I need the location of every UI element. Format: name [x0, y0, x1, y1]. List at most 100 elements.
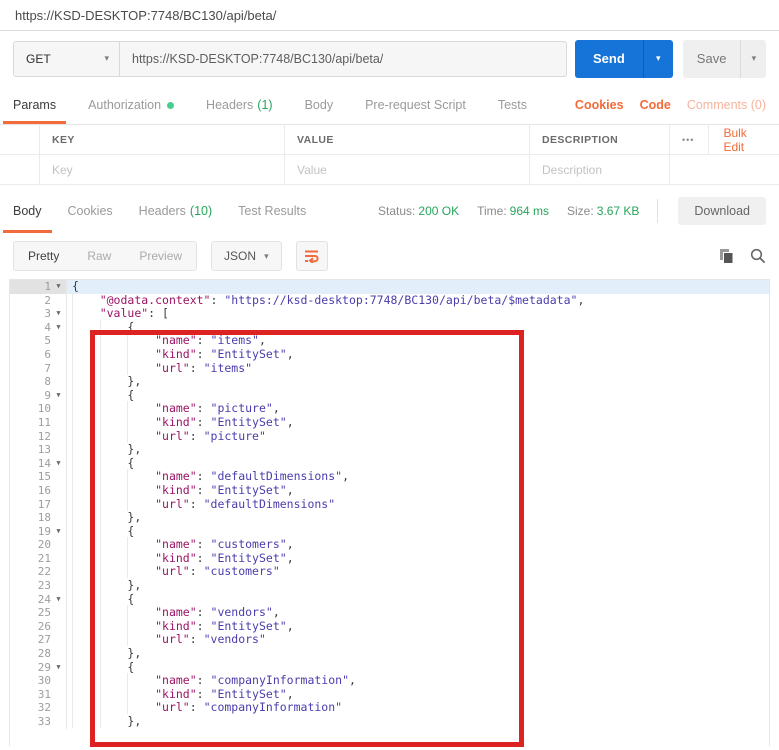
view-preview-button[interactable]: Preview [125, 242, 196, 270]
line-number-gutter: 23 [10, 579, 67, 593]
line-number-gutter: 15 [10, 470, 67, 484]
fold-toggle-icon[interactable]: ▼ [51, 389, 66, 403]
description-input[interactable]: Description [530, 155, 670, 184]
copy-button[interactable] [719, 248, 734, 264]
line-number: 12 [38, 430, 51, 444]
line-number-gutter: 11 [10, 416, 67, 430]
code-line-content: { [67, 457, 769, 471]
code-line-content: "kind": "EntitySet", [67, 348, 769, 362]
save-button[interactable]: Save [683, 40, 741, 78]
more-options-icon[interactable]: ••• [682, 135, 694, 145]
fold-toggle-icon[interactable]: ▼ [51, 525, 66, 539]
line-number-gutter: 12 [10, 430, 67, 444]
line-number-gutter: 9▼ [10, 389, 67, 403]
response-meta: Status:200 OK Time:964 ms Size:3.67 KB D… [378, 197, 766, 225]
postman-window: https://KSD-DESKTOP:7748/BC130/api/beta/… [0, 0, 779, 750]
comments-link[interactable]: Comments (0) [687, 98, 766, 112]
bulk-edit-link[interactable]: Bulk Edit [708, 125, 765, 154]
code-line-content: "name": "items", [67, 334, 769, 348]
download-button[interactable]: Download [678, 197, 766, 225]
code-line: 8 }, [10, 375, 769, 389]
response-tab-test-results[interactable]: Test Results [238, 189, 306, 233]
code-line-content: "value": [ [67, 307, 769, 321]
line-number-gutter: 1▼ [10, 280, 67, 294]
tab-tests[interactable]: Tests [498, 86, 527, 124]
format-select[interactable]: JSON ▾ [211, 241, 282, 271]
code-line: 22 "url": "customers" [10, 565, 769, 579]
line-number: 28 [38, 647, 51, 661]
params-header-row: KEY VALUE DESCRIPTION ••• Bulk Edit [0, 125, 779, 155]
method-select[interactable]: GET ▾ [13, 41, 120, 77]
wrap-text-icon [304, 249, 320, 263]
code-line: 32 "url": "companyInformation" [10, 701, 769, 715]
fold-toggle-icon[interactable]: ▼ [51, 280, 66, 294]
key-column-header: KEY [40, 125, 285, 154]
line-number: 15 [38, 470, 51, 484]
response-tab-cookies[interactable]: Cookies [68, 189, 113, 233]
line-number: 29 [38, 661, 51, 675]
tab-authorization[interactable]: Authorization [88, 86, 174, 124]
params-table: KEY VALUE DESCRIPTION ••• Bulk Edit Key … [0, 125, 779, 185]
request-tabs-bar: Params Authorization Headers (1) Body Pr… [0, 86, 779, 125]
chevron-down-icon: ▾ [656, 53, 661, 64]
search-button[interactable] [750, 248, 766, 264]
view-mode-switch: Pretty Raw Preview [13, 241, 197, 271]
line-number-gutter: 10 [10, 402, 67, 416]
view-raw-button[interactable]: Raw [73, 242, 125, 270]
line-number: 3 [44, 307, 51, 321]
wrap-text-button[interactable] [296, 241, 328, 271]
request-title: https://KSD-DESKTOP:7748/BC130/api/beta/ [15, 8, 276, 23]
value-input[interactable]: Value [285, 155, 530, 184]
code-line-content: }, [67, 511, 769, 525]
code-line: 1▼{ [10, 280, 769, 294]
view-pretty-button[interactable]: Pretty [14, 242, 73, 270]
code-line-content: "url": "customers" [67, 565, 769, 579]
chevron-down-icon: ▾ [264, 251, 269, 262]
fold-toggle-icon[interactable]: ▼ [51, 321, 66, 335]
params-actions-cell: ••• Bulk Edit [670, 125, 779, 154]
url-input[interactable]: https://KSD-DESKTOP:7748/BC130/api/beta/ [120, 41, 567, 77]
row-select-cell[interactable] [0, 155, 40, 184]
fold-toggle-icon[interactable]: ▼ [51, 593, 66, 607]
line-number-gutter: 8 [10, 375, 67, 389]
code-line-content: "name": "defaultDimensions", [67, 470, 769, 484]
send-options-button[interactable]: ▾ [643, 40, 673, 78]
tab-prerequest-script[interactable]: Pre-request Script [365, 86, 466, 124]
code-line: 17 "url": "defaultDimensions" [10, 498, 769, 512]
fold-toggle-icon[interactable]: ▼ [51, 307, 66, 321]
chevron-down-icon: ▾ [104, 53, 109, 64]
code-line-content: "url": "defaultDimensions" [67, 498, 769, 512]
line-number-gutter: 25 [10, 606, 67, 620]
response-body-editor[interactable]: 1▼{2 "@odata.context": "https://ksd-desk… [9, 279, 770, 746]
line-number: 26 [38, 620, 51, 634]
request-builder: GET ▾ https://KSD-DESKTOP:7748/BC130/api… [0, 31, 779, 86]
line-number: 13 [38, 443, 51, 457]
cookies-link[interactable]: Cookies [575, 98, 624, 112]
line-number-gutter: 3▼ [10, 307, 67, 321]
tab-params[interactable]: Params [13, 86, 56, 124]
code-line: 2 "@odata.context": "https://ksd-desktop… [10, 294, 769, 308]
response-tab-headers[interactable]: Headers (10) [139, 189, 212, 233]
method-label: GET [26, 52, 51, 66]
tab-body[interactable]: Body [305, 86, 334, 124]
tab-headers[interactable]: Headers (1) [206, 86, 273, 124]
code-line: 10 "name": "picture", [10, 402, 769, 416]
time-value: 964 ms [510, 204, 549, 218]
code-line-content: }, [67, 375, 769, 389]
code-line-content: "name": "picture", [67, 402, 769, 416]
key-input[interactable]: Key [40, 155, 285, 184]
line-number: 31 [38, 688, 51, 702]
fold-toggle-icon[interactable]: ▼ [51, 661, 66, 675]
tab-body-label: Body [305, 98, 334, 112]
response-toolbar: Pretty Raw Preview JSON ▾ [0, 233, 779, 279]
line-number: 19 [38, 525, 51, 539]
response-tab-body[interactable]: Body [13, 189, 42, 233]
response-headers-count: (10) [190, 204, 212, 218]
code-link[interactable]: Code [640, 98, 671, 112]
fold-toggle-icon[interactable]: ▼ [51, 457, 66, 471]
send-button[interactable]: Send [575, 40, 643, 78]
save-options-button[interactable]: ▾ [740, 40, 766, 78]
time-indicator: Time:964 ms [477, 204, 549, 218]
code-line-content: { [67, 280, 769, 294]
code-line: 27 "url": "vendors" [10, 633, 769, 647]
